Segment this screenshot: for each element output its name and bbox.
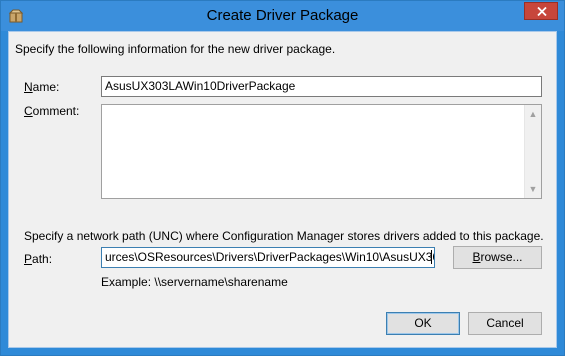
scroll-down-icon[interactable]: ▼ xyxy=(525,181,541,197)
close-icon xyxy=(537,7,547,16)
intro-text: Specify the following information for th… xyxy=(15,42,336,56)
window-title: Create Driver Package xyxy=(206,7,359,24)
comment-label: Comment: xyxy=(24,104,80,118)
path-example: Example: \\servername\sharename xyxy=(101,275,288,289)
name-label: Name: xyxy=(24,80,60,94)
title-bar[interactable]: Create Driver Package xyxy=(1,1,564,31)
scroll-up-icon[interactable]: ▲ xyxy=(525,106,541,122)
browse-button[interactable]: Browse... xyxy=(453,246,542,269)
name-input[interactable]: AsusUX303LAWin10DriverPackage xyxy=(101,76,542,97)
path-label: Path: xyxy=(24,252,53,266)
cancel-button[interactable]: Cancel xyxy=(468,312,542,335)
close-button[interactable] xyxy=(524,2,558,20)
dialog-body: Specify the following information for th… xyxy=(8,31,557,348)
ok-button[interactable]: OK xyxy=(386,312,460,335)
dialog-window: Create Driver Package Specify the follow… xyxy=(0,0,565,356)
text-caret xyxy=(431,250,432,264)
comment-scrollbar[interactable]: ▲ ▼ xyxy=(524,105,541,198)
path-description: Specify a network path (UNC) where Confi… xyxy=(24,229,544,243)
path-input[interactable]: urces\OSResources\Drivers\DriverPackages… xyxy=(101,247,435,268)
comment-textarea[interactable]: ▲ ▼ xyxy=(101,104,542,199)
